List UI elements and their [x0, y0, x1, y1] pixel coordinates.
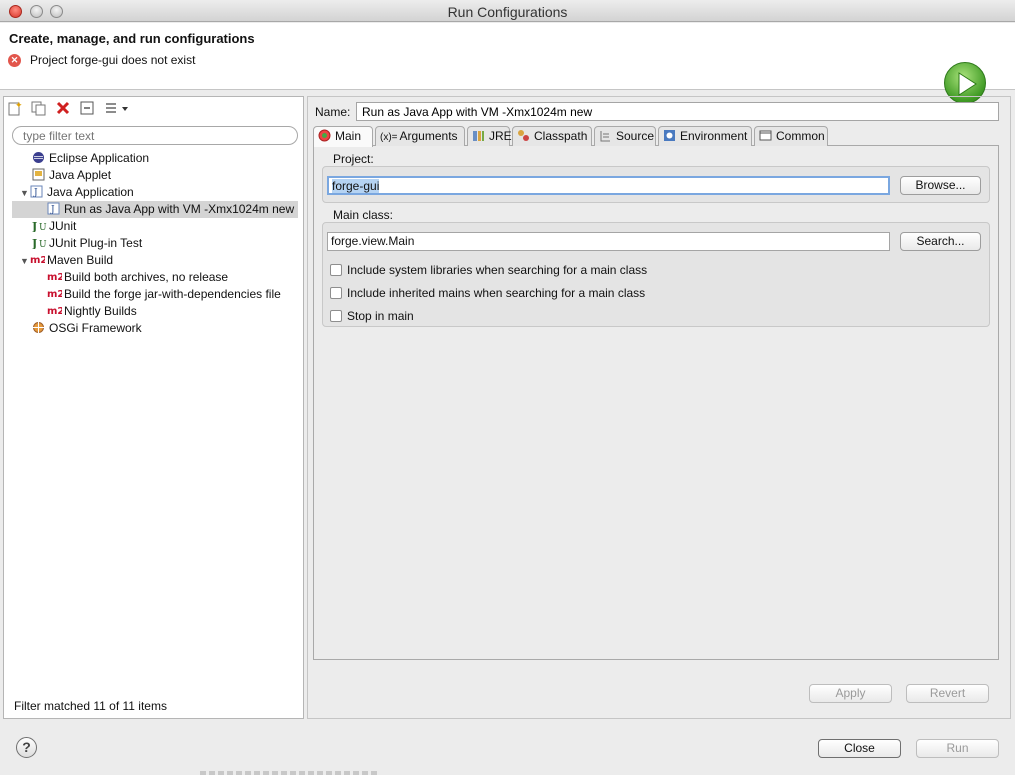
window-bottom-edge [200, 771, 380, 775]
tree-item[interactable]: J Run as Java App with VM -Xmx1024m new [12, 201, 298, 218]
java-config-icon: J [47, 202, 61, 215]
junit-plugin-icon: JU [31, 236, 47, 250]
junit-icon: JU [31, 219, 47, 233]
svg-text:J: J [33, 188, 38, 198]
tree-item-label: Run as Java App with VM -Xmx1024m new [64, 202, 295, 216]
tab-common[interactable]: Common [754, 126, 828, 146]
window-title: Run Configurations [447, 4, 568, 20]
tree-item[interactable]: Eclipse Application [32, 150, 149, 167]
eclipse-icon [32, 151, 46, 164]
tree-item[interactable]: m2 Build both archives, no release [47, 269, 228, 286]
main-class-label: Main class: [333, 208, 394, 222]
run-button[interactable]: Run [916, 739, 999, 758]
expand-disclosure-icon[interactable]: ▼ [20, 185, 30, 202]
checkbox-label: Include system libraries when searching … [347, 263, 648, 277]
checkbox-label: Include inherited mains when searching f… [347, 286, 646, 300]
main-class-field[interactable]: forge.view.Main [327, 232, 890, 251]
tree-item-label: Build both archives, no release [64, 270, 229, 284]
tree-item-label: Nightly Builds [64, 304, 137, 318]
tree-item-label: JUnit Plug-in Test [49, 236, 143, 250]
common-icon [759, 129, 773, 142]
tab-environment[interactable]: Environment [658, 126, 752, 146]
checkbox-box[interactable] [330, 310, 342, 322]
tree-item[interactable]: m2 Build the forge jar-with-dependencies … [47, 286, 281, 303]
arguments-icon: (x)= [380, 132, 398, 143]
checkbox-label: Stop in main [347, 309, 414, 323]
stop-in-main-checkbox[interactable]: Stop in main [330, 309, 414, 323]
svg-text:m2: m2 [47, 289, 62, 300]
classpath-icon [517, 129, 531, 142]
tree-item-label: Java Applet [49, 168, 112, 182]
tab-arguments[interactable]: (x)= Arguments [375, 126, 465, 146]
project-label: Project: [333, 152, 374, 166]
maven-icon: m2 [47, 304, 64, 317]
help-icon[interactable]: ? [16, 737, 37, 758]
svg-text:U: U [39, 223, 47, 232]
maven-icon: m2 [47, 270, 64, 283]
jre-icon [472, 129, 486, 142]
tree-item-label: Maven Build [47, 253, 114, 267]
tree-item[interactable]: J U JUnit Plug-in Test [31, 235, 143, 252]
browse-button[interactable]: Browse... [900, 176, 981, 195]
tree-item-label: Eclipse Application [49, 151, 150, 165]
tab-source[interactable]: Source [594, 126, 656, 146]
tree-item[interactable]: ▼ J Java Application [20, 184, 134, 201]
project-field[interactable]: forge-gui [327, 176, 890, 195]
tree-item-label: Build the forge jar-with-dependencies fi… [64, 287, 281, 301]
tree-item[interactable]: ▼ m2 Maven Build [20, 252, 113, 269]
tab-jre[interactable]: JRE [467, 126, 512, 146]
maven-icon: m2 [47, 287, 64, 300]
maven-icon: m2 [30, 253, 47, 266]
dialog-title: Create, manage, and run configurations [9, 31, 255, 46]
expand-disclosure-icon[interactable]: ▼ [20, 253, 30, 270]
svg-text:m2: m2 [30, 255, 45, 266]
new-config-icon[interactable]: ✦ [6, 100, 24, 116]
source-icon [599, 129, 613, 142]
checkbox-box[interactable] [330, 264, 342, 276]
tree-item[interactable]: OSGi Framework [32, 320, 142, 337]
svg-text:J: J [32, 237, 37, 249]
environment-icon [663, 129, 677, 142]
include-system-libraries-checkbox[interactable]: Include system libraries when searching … [330, 263, 647, 277]
close-button[interactable]: Close [818, 739, 901, 758]
error-icon: ✕ [8, 54, 21, 67]
dialog-header: Create, manage, and run configurations ✕… [0, 23, 1015, 104]
svg-text:✦: ✦ [15, 101, 22, 111]
delete-config-icon[interactable] [55, 100, 73, 116]
java-app-icon: J [30, 185, 44, 198]
svg-text:J: J [32, 220, 37, 232]
main-tab-icon [318, 129, 332, 142]
svg-text:J: J [50, 205, 55, 215]
apply-button[interactable]: Apply [809, 684, 892, 703]
tree-item-label: OSGi Framework [49, 321, 142, 335]
tree-item[interactable]: J U JUnit [31, 218, 77, 235]
tab-classpath[interactable]: Classpath [512, 126, 592, 146]
filter-menu-icon[interactable] [103, 100, 129, 116]
name-label: Name: [315, 105, 351, 119]
name-input[interactable] [356, 102, 999, 121]
svg-text:m2: m2 [47, 306, 62, 317]
duplicate-config-icon[interactable] [30, 100, 48, 116]
main-tab-panel: Project: forge-gui Browse... Main class:… [313, 145, 999, 660]
filter-status: Filter matched 11 of 11 items [14, 699, 167, 713]
tree-item-label: JUnit [49, 219, 77, 233]
config-toolbar: ✦ [6, 100, 132, 118]
filter-input[interactable] [12, 126, 298, 145]
tree-item[interactable]: Java Applet [32, 167, 111, 184]
svg-text:U: U [39, 240, 47, 249]
osgi-icon [32, 321, 46, 334]
revert-button[interactable]: Revert [906, 684, 989, 703]
search-button[interactable]: Search... [900, 232, 981, 251]
tree-item-label: Java Application [47, 185, 134, 199]
include-inherited-mains-checkbox[interactable]: Include inherited mains when searching f… [330, 286, 645, 300]
checkbox-box[interactable] [330, 287, 342, 299]
tree-item[interactable]: m2 Nightly Builds [47, 303, 137, 320]
project-value: forge-gui [332, 179, 380, 193]
applet-icon [32, 168, 46, 181]
collapse-all-icon[interactable] [79, 100, 97, 116]
svg-text:m2: m2 [47, 272, 62, 283]
tab-main[interactable]: Main [313, 126, 373, 147]
error-message: Project forge-gui does not exist [30, 53, 196, 67]
